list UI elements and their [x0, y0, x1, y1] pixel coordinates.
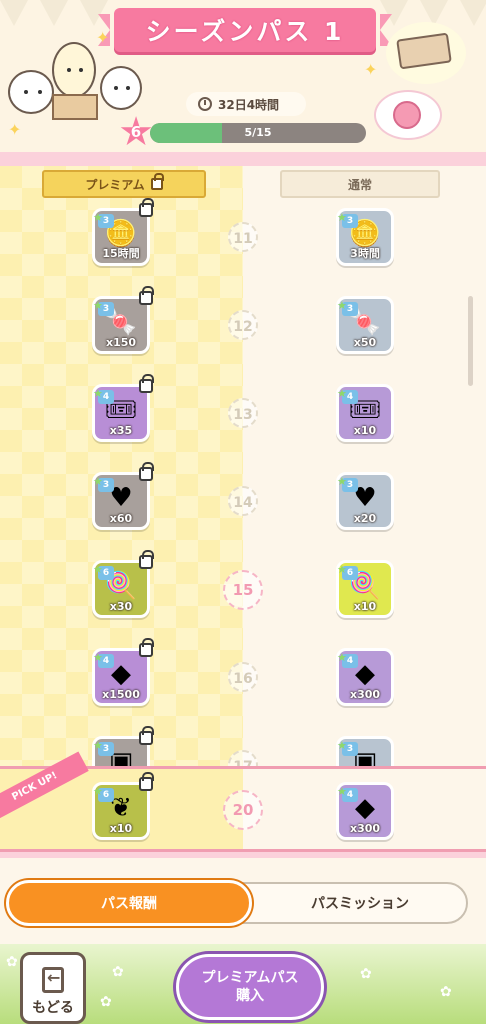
rarity-badge: 6: [93, 563, 114, 580]
buy-premium-line1: プレミアムパス: [201, 970, 299, 986]
premium-column-label: プレミアム: [85, 177, 145, 192]
lock-icon: [150, 173, 164, 190]
pickup-level-marker: 20: [223, 790, 263, 830]
reward-quantity: x50: [353, 336, 377, 349]
rarity-badge: 3: [337, 739, 358, 756]
reward-quantity: x20: [353, 512, 377, 525]
rarity-badge: 4: [337, 785, 358, 802]
lock-icon: [139, 374, 154, 393]
bunting-flag: [0, 0, 28, 26]
rarity-badge: 4: [93, 651, 114, 668]
timer-pill: 32日4時間: [186, 92, 306, 116]
rarity-badge: 4: [337, 387, 358, 404]
progress-bar: 5/15: [150, 123, 366, 143]
reward-quantity: x1500: [102, 688, 140, 701]
reward-item[interactable]: 🍬3x50: [336, 296, 394, 354]
reward-quantity: x300: [349, 822, 381, 835]
lock-icon: [139, 286, 154, 305]
reward-quantity: 3時間: [350, 247, 380, 260]
progress-text: 5/15: [244, 126, 272, 139]
coin-icon: [393, 101, 421, 129]
reward-quantity: x35: [109, 424, 133, 437]
level-marker: 13: [228, 398, 258, 428]
level-marker: 16: [228, 662, 258, 692]
lock-icon: [139, 462, 154, 481]
character-rabbit: [52, 42, 96, 98]
back-button[interactable]: もどる: [20, 952, 86, 1024]
reward-quantity: x60: [109, 512, 133, 525]
title-banner: シーズンパス 1: [98, 8, 392, 52]
scrollbar[interactable]: [468, 296, 473, 386]
lock-icon: [139, 550, 154, 569]
rarity-badge: 3: [93, 739, 114, 756]
reward-quantity: x150: [105, 336, 137, 349]
flower-icon: ✿: [440, 984, 452, 1000]
reward-item[interactable]: 🪙33時間: [336, 208, 394, 266]
sparkle-icon: ✦: [8, 120, 22, 139]
divider: [0, 152, 486, 166]
lock-icon: [139, 638, 154, 657]
back-label: もどる: [32, 1000, 74, 1016]
reward-quantity: x10: [109, 822, 133, 835]
level-marker: 11: [228, 222, 258, 252]
clock-icon: [198, 97, 212, 111]
sparkle-icon: ✦: [364, 60, 378, 79]
rarity-badge: 6: [93, 785, 114, 802]
reward-item[interactable]: ◆4x300: [336, 648, 394, 706]
rarity-badge: 3: [93, 211, 114, 228]
reward-item[interactable]: ◆4x300: [336, 782, 394, 840]
flower-icon: ✿: [6, 954, 18, 970]
reward-quantity: x30: [109, 600, 133, 613]
page-title: シーズンパス 1: [145, 17, 345, 46]
character-white: [8, 70, 54, 114]
level-marker: 12: [228, 310, 258, 340]
rarity-badge: 3: [93, 299, 114, 316]
premium-column-header: プレミアム: [42, 170, 206, 198]
bunting-flag: [460, 0, 486, 26]
level-marker: 15: [223, 570, 263, 610]
header: シーズンパス 1 32日4時間 5/15 ★ 6 ✦ ✦ ✦: [0, 0, 486, 158]
current-level: 6: [130, 123, 142, 141]
reward-item[interactable]: ❦6x10: [92, 772, 154, 840]
lock-icon: [139, 198, 154, 217]
reward-item[interactable]: 🪙315時間: [92, 198, 154, 266]
reward-item[interactable]: 🎟4x10: [336, 384, 394, 442]
flower-icon: ✿: [112, 964, 124, 980]
normal-column-label: 通常: [347, 177, 372, 192]
reward-item[interactable]: 🎟4x35: [92, 374, 154, 442]
tab-pass-missions[interactable]: パスミッション: [254, 880, 466, 926]
bunting-flag: [40, 0, 68, 26]
rarity-badge: 3: [337, 475, 358, 492]
sparkle-icon: ✦: [96, 28, 110, 47]
remaining-time: 32日4時間: [218, 97, 280, 112]
rarity-badge: 3: [337, 211, 358, 228]
reward-item[interactable]: 🍬3x150: [92, 286, 154, 354]
flower-icon: ✿: [100, 994, 112, 1010]
reward-item[interactable]: ♥3x20: [336, 472, 394, 530]
lock-icon: [139, 772, 154, 791]
buy-premium-pass-button[interactable]: プレミアムパス 購入: [176, 954, 324, 1020]
lock-icon: [139, 726, 154, 745]
normal-column-header: 通常: [280, 170, 440, 198]
rarity-badge: 6: [337, 563, 358, 580]
buy-premium-line2: 購入: [236, 988, 264, 1004]
character-cat: [100, 66, 142, 110]
rarity-badge: 4: [337, 651, 358, 668]
reward-item[interactable]: ◆4x1500: [92, 638, 154, 706]
reward-item[interactable]: ♥3x60: [92, 462, 154, 530]
reward-item[interactable]: 🍭6x30: [92, 550, 154, 618]
box-illustration: [52, 94, 98, 120]
reward-item[interactable]: 🍭6x10: [336, 560, 394, 618]
rarity-badge: 3: [93, 475, 114, 492]
reward-quantity: x300: [349, 688, 381, 701]
reward-quantity: x10: [353, 600, 377, 613]
reward-quantity: x10: [353, 424, 377, 437]
reward-quantity: 15時間: [102, 247, 140, 260]
flower-icon: ✿: [360, 966, 372, 982]
level-marker: 14: [228, 486, 258, 516]
exit-icon: [42, 967, 64, 993]
rarity-badge: 3: [337, 299, 358, 316]
rarity-badge: 4: [93, 387, 114, 404]
tab-pass-rewards[interactable]: パス報酬: [6, 880, 252, 926]
